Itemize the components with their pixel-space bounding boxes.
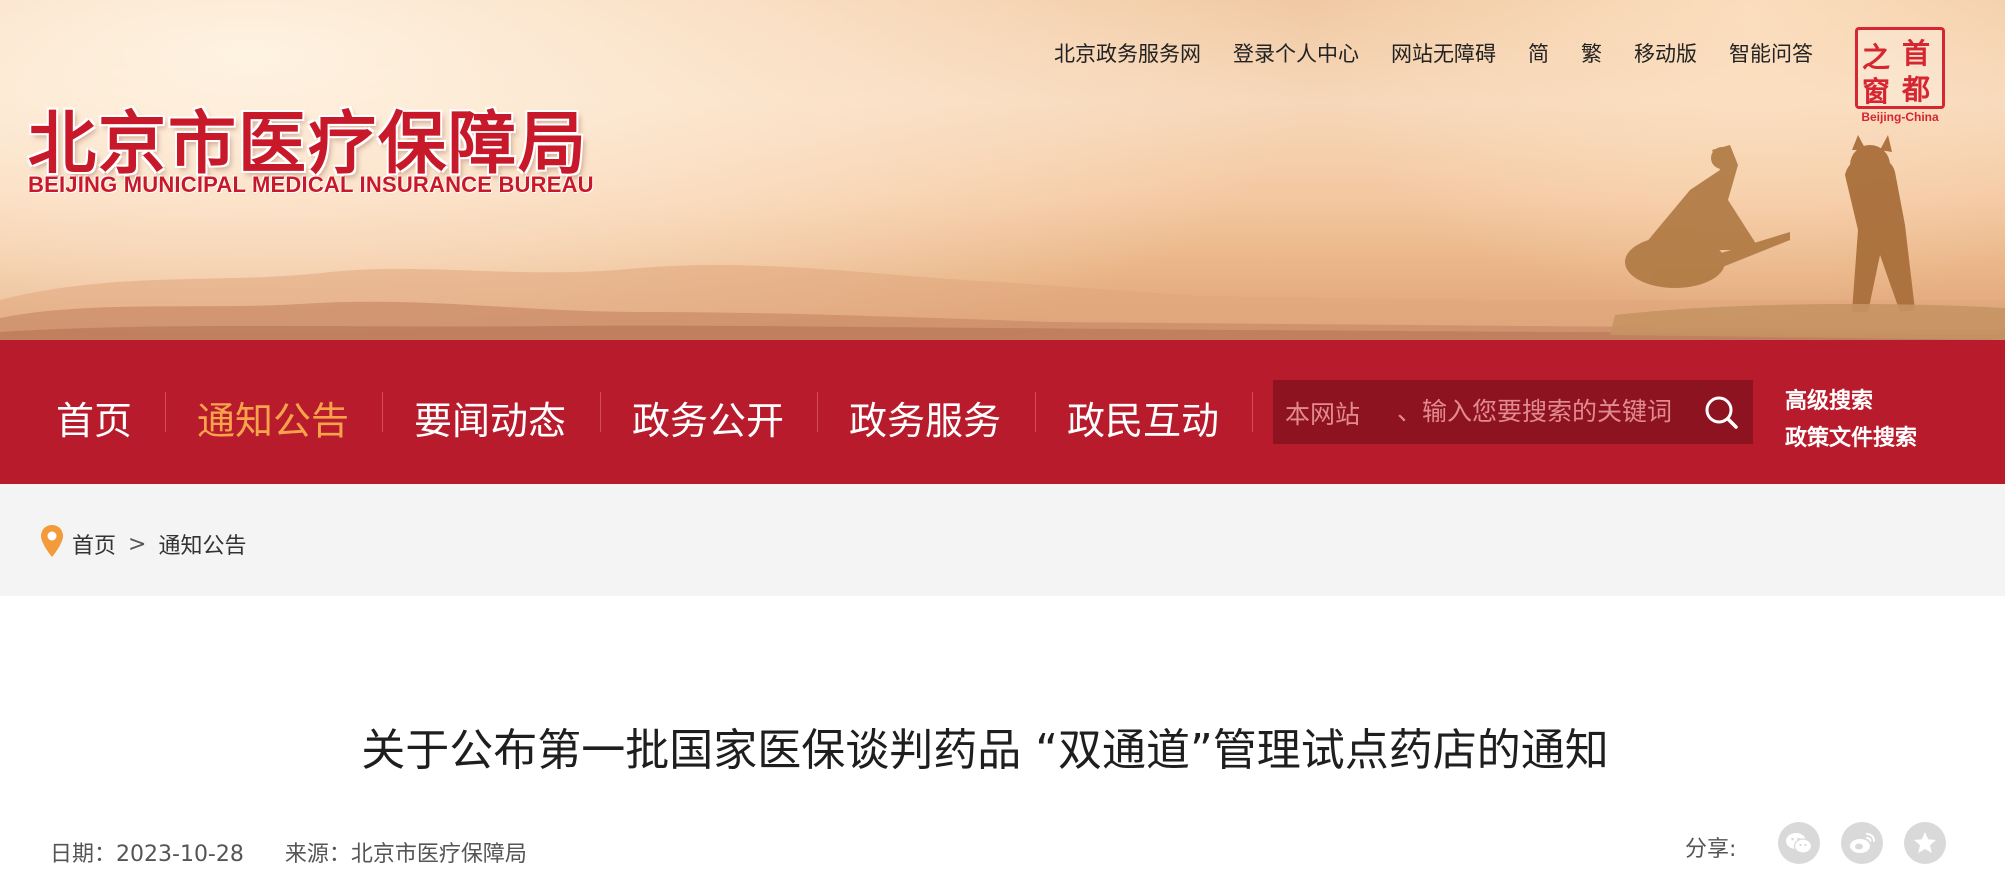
top-utility-links: 北京政务服务网 登录个人中心 网站无障碍 简 繁 移动版 智能问答 xyxy=(1022,38,1813,68)
capital-window-seal-logo[interactable]: 之 首 窗 都 Beijing-China xyxy=(1855,27,1945,124)
nav-item-gov-services[interactable]: 政务服务 xyxy=(849,390,1001,445)
nav-item-notices[interactable]: 通知公告 xyxy=(197,390,349,445)
site-logo-subtitle: BEIJING MUNICIPAL MEDICAL INSURANCE BURE… xyxy=(28,172,594,197)
bronze-statue-beast xyxy=(1845,135,1915,312)
bronze-statue-figure xyxy=(1625,145,1790,288)
breadcrumb-bar: 首页 > 通知公告 xyxy=(0,484,2005,596)
search-scope-label[interactable]: 本网站 xyxy=(1285,395,1360,431)
seal-char: 首 xyxy=(1902,37,1931,70)
nav-divider xyxy=(817,392,818,432)
breadcrumb-current-link[interactable]: 通知公告 xyxy=(158,528,246,560)
link-mobile-version[interactable]: 移动版 xyxy=(1634,38,1697,68)
article-source: 北京市医疗保障局 xyxy=(350,842,527,867)
header-banner: 北京市医疗保障局 BEIJING MUNICIPAL MEDICAL INSUR… xyxy=(0,0,2005,340)
location-pin-icon xyxy=(40,524,64,564)
nav-divider xyxy=(165,392,166,432)
seal-subtitle: Beijing-China xyxy=(1861,110,1939,124)
search-icon xyxy=(1705,396,1738,429)
breadcrumb-separator: > xyxy=(128,531,147,557)
breadcrumb: 首页 > 通知公告 xyxy=(40,524,246,564)
link-smart-qa[interactable]: 智能问答 xyxy=(1729,38,1813,68)
link-traditional-chinese[interactable]: 繁 xyxy=(1581,38,1602,68)
link-beijing-gov-service[interactable]: 北京政务服务网 xyxy=(1054,38,1201,68)
search-input[interactable] xyxy=(1385,390,1697,432)
nav-divider xyxy=(382,392,383,432)
nav-item-gov-affairs-open[interactable]: 政务公开 xyxy=(632,390,784,445)
nav-divider xyxy=(1035,392,1036,432)
seal-char: 窗 xyxy=(1862,75,1891,108)
nav-item-public-interaction[interactable]: 政民互动 xyxy=(1067,390,1219,445)
article-title: 关于公布第一批国家医保谈判药品 “双通道”管理试点药店的通知 xyxy=(361,725,1609,776)
seal-char: 都 xyxy=(1902,73,1931,106)
search-button[interactable] xyxy=(1701,392,1741,432)
link-login-personal-center[interactable]: 登录个人中心 xyxy=(1233,38,1359,68)
star-icon xyxy=(1914,832,1936,853)
site-search-box: 本网站 xyxy=(1273,380,1753,444)
nav-item-home[interactable]: 首页 xyxy=(56,390,132,445)
link-accessibility[interactable]: 网站无障碍 xyxy=(1391,38,1496,68)
weibo-icon xyxy=(1850,833,1875,853)
share-weibo-button[interactable] xyxy=(1841,822,1883,864)
share-wechat-button[interactable] xyxy=(1778,822,1820,864)
nav-divider xyxy=(1252,392,1253,432)
share-favorite-button[interactable] xyxy=(1904,822,1946,864)
policy-document-search-link[interactable]: 政策文件搜索 xyxy=(1785,420,1917,452)
publish-date: 2023-10-28 xyxy=(116,842,244,867)
nav-divider xyxy=(600,392,601,432)
nav-item-news[interactable]: 要闻动态 xyxy=(414,390,566,445)
link-simplified-chinese[interactable]: 简 xyxy=(1528,38,1549,68)
share-label: 分享: xyxy=(1685,837,1737,862)
source-label: 来源： xyxy=(284,842,351,867)
article-meta: 日期：2023-10-28 来源：北京市医疗保障局 xyxy=(50,836,527,868)
breadcrumb-home-link[interactable]: 首页 xyxy=(72,528,116,560)
advanced-search-link[interactable]: 高级搜索 xyxy=(1785,383,1873,415)
seal-frame: 之 首 窗 都 xyxy=(1855,27,1945,109)
wechat-icon xyxy=(1786,833,1813,854)
date-label: 日期： xyxy=(50,842,117,867)
